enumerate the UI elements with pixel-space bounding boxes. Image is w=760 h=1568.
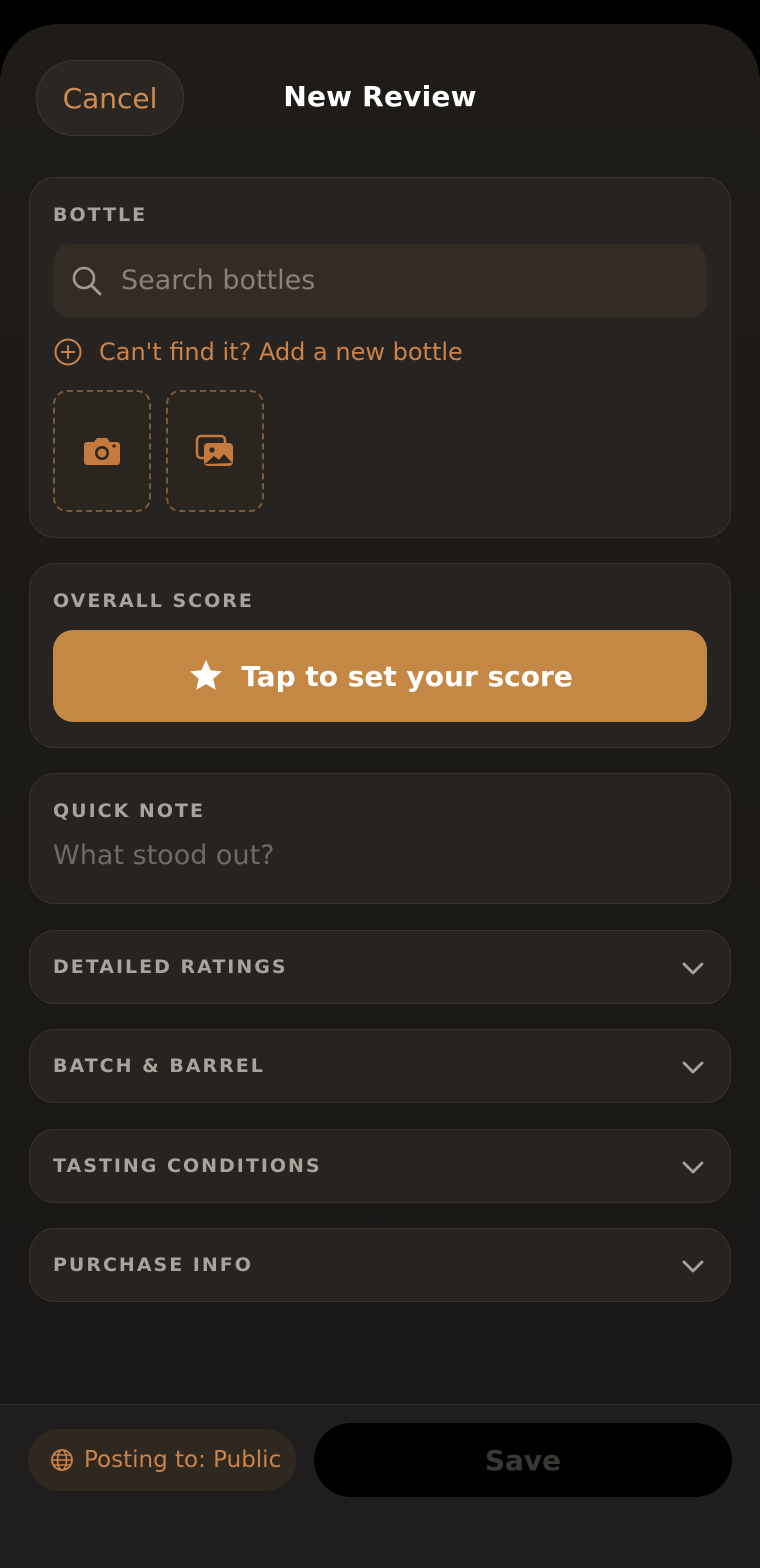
visibility-label: Posting to: Public — [84, 1447, 282, 1473]
bottle-card: BOTTLE Search bottles Can't find it? Add… — [29, 177, 731, 538]
tasting-conditions-label: TASTING CONDITIONS — [53, 1155, 322, 1177]
visibility-toggle-button[interactable]: Posting to: Public — [28, 1429, 296, 1491]
overall-score-section-label: OVERALL SCORE — [53, 590, 254, 612]
gallery-photo-button[interactable] — [166, 390, 264, 512]
star-icon — [190, 659, 223, 690]
batch-barrel-label: BATCH & BARREL — [53, 1055, 265, 1077]
header: Cancel New Review — [0, 24, 760, 174]
chevron-down-icon — [682, 1061, 704, 1074]
add-new-bottle-link[interactable]: Can't find it? Add a new bottle — [53, 336, 463, 368]
bottle-section-label: BOTTLE — [53, 204, 148, 226]
purchase-info-label: PURCHASE INFO — [53, 1254, 253, 1276]
chevron-down-icon — [682, 1260, 704, 1273]
search-placeholder: Search bottles — [121, 265, 316, 296]
footer-bar: Posting to: Public Save — [0, 1404, 760, 1568]
search-icon — [72, 266, 102, 296]
camera-photo-button[interactable] — [53, 390, 151, 512]
quick-note-section-label: QUICK NOTE — [53, 800, 205, 822]
chevron-down-icon — [682, 1161, 704, 1174]
quick-note-input[interactable]: What stood out? — [53, 840, 274, 871]
tasting-conditions-section[interactable]: TASTING CONDITIONS — [29, 1129, 731, 1203]
purchase-info-section[interactable]: PURCHASE INFO — [29, 1228, 731, 1302]
add-new-bottle-label: Can't find it? Add a new bottle — [99, 338, 463, 366]
save-button[interactable]: Save — [314, 1423, 732, 1497]
detailed-ratings-section[interactable]: DETAILED RATINGS — [29, 930, 731, 1004]
overall-score-card: OVERALL SCORE Tap to set your score — [29, 563, 731, 748]
photo-gallery-icon — [195, 434, 233, 466]
review-sheet: Cancel New Review BOTTLE Search bottles … — [0, 24, 760, 1568]
set-score-button[interactable]: Tap to set your score — [53, 630, 707, 722]
quick-note-card: QUICK NOTE What stood out? — [29, 773, 731, 904]
camera-icon — [84, 438, 120, 465]
search-bottles-input[interactable]: Search bottles — [53, 244, 707, 318]
batch-barrel-section[interactable]: BATCH & BARREL — [29, 1029, 731, 1103]
add-circle-icon — [54, 338, 82, 366]
chevron-down-icon — [682, 962, 704, 975]
set-score-label: Tap to set your score — [241, 659, 573, 693]
page-title: New Review — [283, 80, 477, 113]
globe-icon — [51, 1449, 73, 1471]
detailed-ratings-label: DETAILED RATINGS — [53, 956, 288, 978]
